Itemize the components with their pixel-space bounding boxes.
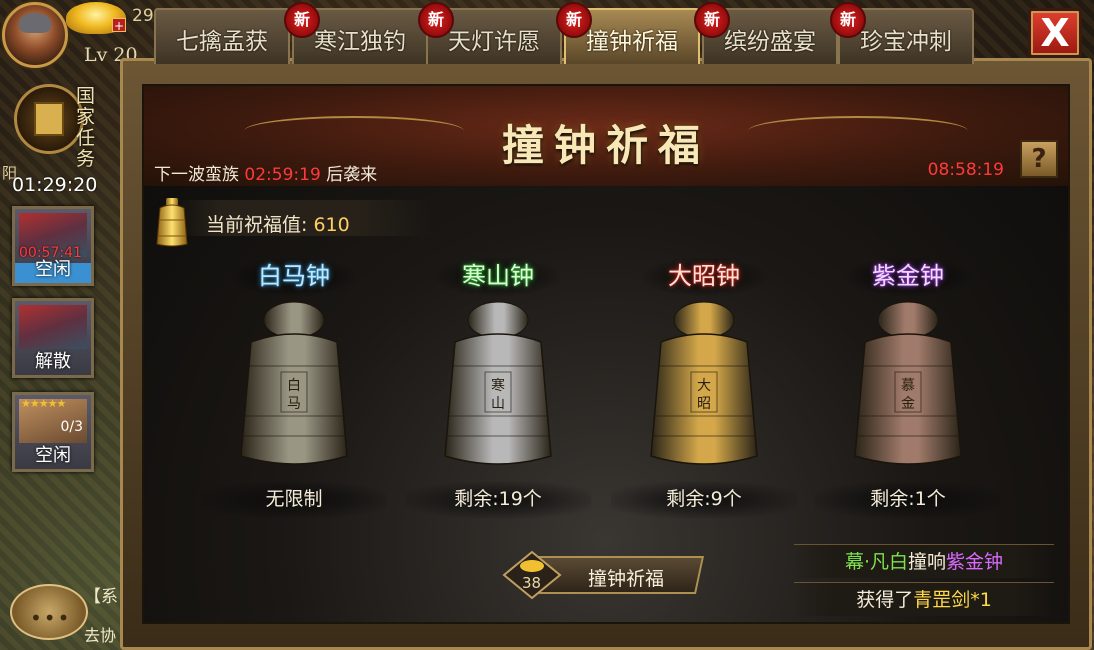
army-soldiers-image xyxy=(19,305,87,349)
disband-label: 解散 xyxy=(35,351,71,372)
scroll-icon xyxy=(34,102,64,136)
new-badge: 新 xyxy=(556,2,592,38)
svg-text:大: 大 xyxy=(697,378,711,394)
system-message: 【系 xyxy=(84,587,118,607)
bell-remaining: 剩余:1个 xyxy=(815,482,1001,518)
log-bell: 紫金钟 xyxy=(946,551,1004,573)
bell-icon[interactable]: 白马 xyxy=(229,296,359,476)
chat-icon: ••• xyxy=(30,606,72,630)
panel-header: 撞钟祈福 下一波蛮族 02:59:19 后袭来 08:58:19 ? xyxy=(144,86,1068,186)
log-item: 青罡剑*1 xyxy=(913,589,992,611)
close-icon: X xyxy=(1040,11,1070,55)
new-badge: 新 xyxy=(284,2,320,38)
barbarian-wave-notice: 下一波蛮族 02:59:19 后袭来 xyxy=(154,165,378,185)
player-avatar[interactable] xyxy=(2,2,68,68)
blessing-value: 当前祝福值: 610 xyxy=(206,214,350,236)
tab-2[interactable]: 寒江独钓新 xyxy=(284,2,428,64)
svg-text:金: 金 xyxy=(901,396,915,412)
new-badge: 新 xyxy=(830,2,866,38)
svg-text:昭: 昭 xyxy=(697,396,711,412)
country-task-label: 国 家 任 务 xyxy=(76,85,96,170)
svg-text:马: 马 xyxy=(287,396,301,412)
tab-6[interactable]: 珍宝冲刺新 xyxy=(830,2,974,64)
svg-text:山: 山 xyxy=(491,396,505,412)
close-button[interactable]: X xyxy=(1028,8,1082,58)
add-gold-icon[interactable]: + xyxy=(112,18,126,33)
bell-name: 白马钟 xyxy=(232,258,356,296)
blessing-number: 610 xyxy=(313,214,350,236)
bell-name: 紫金钟 xyxy=(846,258,970,296)
wave-countdown: 02:59:19 xyxy=(244,165,321,185)
general-status: 空闲 xyxy=(35,445,71,466)
country-task-button[interactable]: 国 家 任 务 xyxy=(14,84,118,174)
chat-button[interactable]: ••• xyxy=(10,584,88,640)
army-card-2[interactable]: 解散 xyxy=(12,298,94,378)
bell-icon[interactable]: 大昭 xyxy=(639,296,769,476)
new-badge: 新 xyxy=(418,2,454,38)
ring-bell-label: 撞钟祈福 xyxy=(588,568,665,590)
ring-bell-button[interactable]: 38 撞钟祈福 xyxy=(500,550,706,600)
bell-remaining: 无限制 xyxy=(201,482,387,518)
bell-remaining: 剩余:9个 xyxy=(611,482,797,518)
small-bell-icon xyxy=(156,198,188,247)
svg-text:慕: 慕 xyxy=(901,378,915,394)
tab-3[interactable]: 天灯许愿新 xyxy=(418,2,562,64)
general-count: 0/3 xyxy=(60,419,83,435)
log-player: 幕·凡白 xyxy=(844,551,908,573)
star-rating: ★★★★★ xyxy=(21,397,66,410)
tab-4[interactable]: 撞钟祈福新 xyxy=(556,2,700,64)
army-card-1[interactable]: 00:57:41 空闲 xyxy=(12,206,94,286)
tab-5[interactable]: 缤纷盛宴新 xyxy=(694,2,838,64)
log-line-1: 幕·凡白撞响紫金钟 xyxy=(794,544,1054,578)
bell-name: 寒山钟 xyxy=(436,258,560,296)
log-line-2: 获得了青罡剑*1 xyxy=(794,582,1054,616)
bell-icon[interactable]: 慕金 xyxy=(843,296,973,476)
ring-cost: 38 xyxy=(522,574,542,592)
bell-ringing-panel: 撞钟祈福 下一波蛮族 02:59:19 后袭来 08:58:19 ? 当前祝福值… xyxy=(142,84,1070,624)
event-remaining-timer: 08:58:19 xyxy=(927,160,1004,180)
tab-1[interactable]: 七擒孟获 xyxy=(154,8,290,64)
new-badge: 新 xyxy=(694,2,730,38)
svg-text:白: 白 xyxy=(287,378,301,394)
bell-remaining: 剩余:19个 xyxy=(405,482,591,518)
bell-icon[interactable]: 寒山 xyxy=(433,296,563,476)
army-status: 空闲 xyxy=(35,259,71,280)
tab-label: 七擒孟获 xyxy=(176,29,268,55)
system-message-2: 去协 xyxy=(84,626,117,645)
help-button[interactable]: ? xyxy=(1020,140,1058,178)
svg-text:寒: 寒 xyxy=(491,377,505,394)
task-timer: 01:29:20 xyxy=(12,174,98,196)
bell-name: 大昭钟 xyxy=(642,258,766,296)
ring-log: 幕·凡白撞响紫金钟 获得了青罡剑*1 xyxy=(794,544,1054,620)
general-card[interactable]: ★★★★★ 0/3 空闲 xyxy=(12,392,94,472)
